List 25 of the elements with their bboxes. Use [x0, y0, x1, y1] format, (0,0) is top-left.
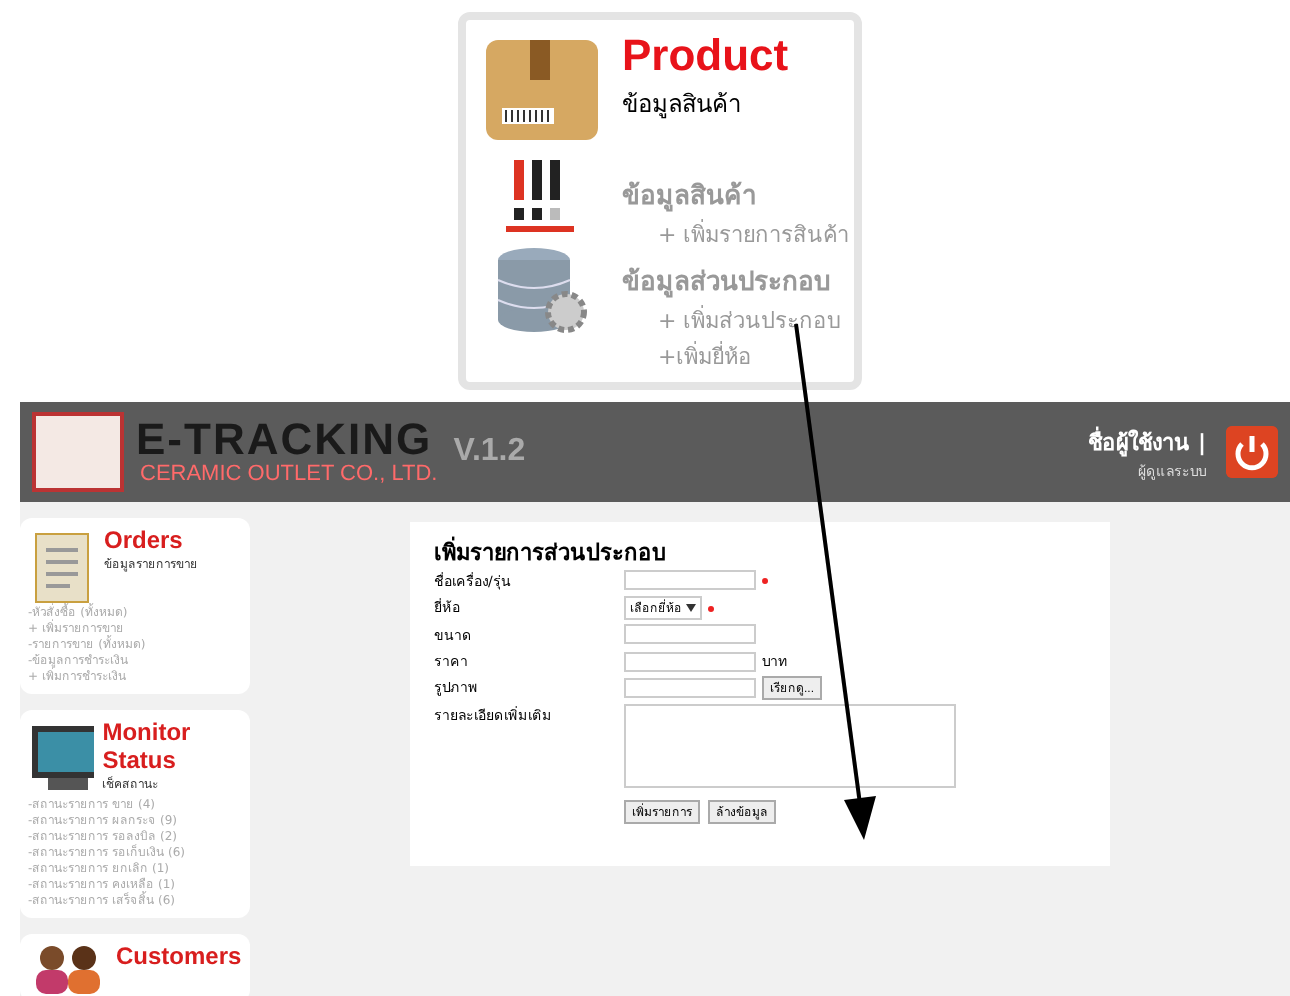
separator-label: |	[1197, 429, 1206, 455]
details-textarea[interactable]	[624, 704, 956, 788]
text-field[interactable]	[624, 570, 756, 590]
menu-link[interactable]: +เพิ่มยี่ห้อ	[622, 338, 850, 374]
app-title: E-TRACKING	[136, 418, 435, 462]
database-gear-icon	[494, 244, 590, 336]
text-field[interactable]	[624, 624, 756, 644]
sidebar-title[interactable]: Orders	[104, 526, 198, 554]
company-name: CERAMIC OUTLET CO., LTD.	[140, 462, 438, 486]
sidebar-title[interactable]: Monitor Status	[102, 718, 242, 774]
sidebar-title[interactable]: Customers	[116, 942, 242, 970]
company-logo-icon	[32, 412, 124, 492]
form-title: เพิ่มรายการส่วนประกอบ	[434, 534, 668, 570]
product-title: Product	[622, 32, 791, 80]
file-path-field[interactable]	[624, 678, 756, 698]
text-field[interactable]	[624, 651, 756, 671]
version-label: V.1.2	[453, 434, 526, 470]
power-icon[interactable]	[1226, 426, 1278, 478]
product-subtitle: ข้อมูลสินค้า	[622, 88, 744, 122]
menu-heading[interactable]: ข้อมูลส่วนประกอบ	[622, 260, 850, 302]
menu-link[interactable]: + เพิ่มรายการสินค้า	[622, 216, 850, 252]
username-label: ชื่อผู้ใช้งาน	[1088, 429, 1191, 455]
menu-heading[interactable]: ข้อมูลสินค้า	[622, 174, 850, 216]
caret-icon	[685, 604, 696, 612]
menu-link[interactable]: + เพิ่มส่วนประกอบ	[622, 302, 850, 338]
